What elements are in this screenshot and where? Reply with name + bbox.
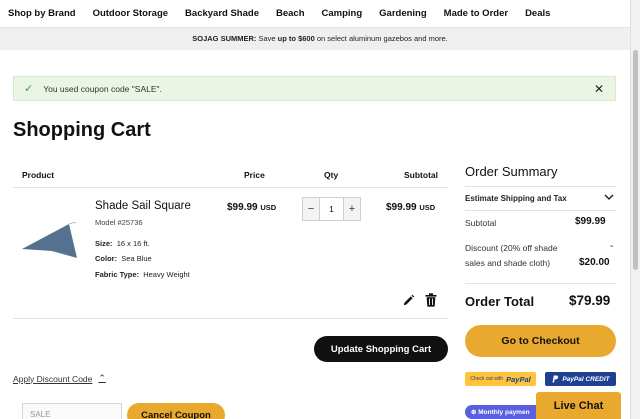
paypal-credit-button[interactable]: PayPal CREDIT <box>545 372 616 386</box>
divider <box>465 210 616 211</box>
cancel-coupon-button[interactable]: Cancel Coupon <box>127 403 225 419</box>
shade-sail-shape <box>22 224 77 258</box>
item-price: $99.99 USD <box>227 202 276 213</box>
subtotal-currency: USD <box>419 203 436 212</box>
top-nav: Shop by Brand Outdoor Storage Backyard S… <box>0 0 640 28</box>
live-chat-button[interactable]: Live Chat <box>536 392 621 419</box>
order-total-value: $79.99 <box>569 293 611 308</box>
scrollbar[interactable] <box>630 0 640 419</box>
qty-increase-button[interactable]: + <box>344 198 360 220</box>
product-attr-fabric: Fabric Type: Heavy Weight <box>95 270 190 279</box>
chevron-down-icon <box>604 194 614 200</box>
column-header-subtotal: Subtotal <box>404 170 438 180</box>
discount-label: Discount (20% off shade sales and shade … <box>465 243 558 268</box>
coupon-code-input[interactable]: SALE <box>22 403 122 419</box>
nav-item-camping[interactable]: Camping <box>322 8 363 19</box>
coupon-success-alert: ✓ You used coupon code "SALE". ✕ <box>13 76 616 101</box>
nav-item-beach[interactable]: Beach <box>276 8 305 19</box>
attr-value: Heavy Weight <box>143 270 190 279</box>
product-image[interactable] <box>20 222 80 262</box>
product-attr-color: Color: Sea Blue <box>95 254 152 263</box>
paypal-brand: PayPal <box>506 374 531 384</box>
divider <box>13 187 448 188</box>
attr-label: Color: <box>95 254 118 263</box>
price-amount: $99.99 <box>227 202 258 213</box>
apply-discount-toggle[interactable]: Apply Discount Code ⌃ <box>13 373 106 384</box>
nav-item-deals[interactable]: Deals <box>525 8 550 19</box>
promo-banner: SOJAG SUMMER: Save up to $600 on select … <box>0 28 640 50</box>
attr-label: Size: <box>95 239 113 248</box>
promo-brand: SOJAG SUMMER: <box>192 34 257 43</box>
paypal-logo-icon <box>552 375 559 383</box>
column-header-product: Product <box>22 170 55 180</box>
estimate-label: Estimate Shipping and Tax <box>465 194 567 203</box>
monthly-payments-button[interactable]: ⊕ Monthly paymen <box>465 405 545 419</box>
nav-item-shop-by-brand[interactable]: Shop by Brand <box>8 8 76 19</box>
qty-decrease-button[interactable]: − <box>303 198 319 220</box>
attr-label: Fabric Type: <box>95 270 140 279</box>
update-cart-button[interactable]: Update Shopping Cart <box>314 336 448 362</box>
nav-item-outdoor-storage[interactable]: Outdoor Storage <box>93 8 168 19</box>
discount-sign: - <box>610 241 614 252</box>
trash-icon[interactable] <box>425 293 437 307</box>
column-header-price: Price <box>244 170 265 180</box>
product-name[interactable]: Shade Sail Square <box>95 200 191 212</box>
subtotal-label: Subtotal <box>465 218 497 228</box>
promo-text-a: Save <box>256 34 278 43</box>
summary-discount-value: $20.00 <box>579 257 610 268</box>
page-title: Shopping Cart <box>13 119 151 141</box>
divider <box>465 283 616 284</box>
alert-message: You used coupon code "SALE". <box>43 83 162 94</box>
order-total-label: Order Total <box>465 294 535 309</box>
attr-value: 16 x 16 ft. <box>116 239 150 248</box>
edit-icon[interactable] <box>402 294 415 307</box>
price-currency: USD <box>260 203 277 212</box>
quantity-stepper: − 1 + <box>302 197 361 221</box>
promo-text-b: on select aluminum gazebos and more. <box>314 34 448 43</box>
promo-highlight: up to $600 <box>277 34 315 43</box>
order-summary-title: Order Summary <box>465 164 558 179</box>
close-icon[interactable]: ✕ <box>594 82 604 96</box>
nav-item-gardening[interactable]: Gardening <box>379 8 427 19</box>
paypal-button[interactable]: Check out with PayPal <box>465 372 536 386</box>
product-attr-size: Size: 16 x 16 ft. <box>95 239 150 248</box>
sail-rope <box>68 222 77 225</box>
product-model: Model #25736 <box>95 218 143 227</box>
divider <box>13 318 448 319</box>
paypal-credit-label: PayPal CREDIT <box>562 375 610 383</box>
scrollbar-thumb[interactable] <box>633 50 638 270</box>
nav-item-backyard-shade[interactable]: Backyard Shade <box>185 8 259 19</box>
subtotal-amount: $99.99 <box>386 202 417 213</box>
discount-link-label: Apply Discount Code <box>13 373 93 384</box>
attr-value: Sea Blue <box>121 254 152 263</box>
column-header-qty: Qty <box>324 170 339 180</box>
check-icon: ✓ <box>24 83 34 95</box>
monthly-label: Monthly paymen <box>478 408 530 416</box>
go-to-checkout-button[interactable]: Go to Checkout <box>465 325 616 357</box>
summary-subtotal-value: $99.99 <box>575 216 606 227</box>
monthly-icon: ⊕ <box>471 409 479 416</box>
qty-input[interactable]: 1 <box>319 198 344 220</box>
divider <box>465 186 616 187</box>
item-subtotal: $99.99 USD <box>386 202 435 213</box>
chevron-up-icon: ⌃ <box>98 373 106 383</box>
nav-item-made-to-order[interactable]: Made to Order <box>444 8 508 19</box>
estimate-shipping-toggle[interactable]: Estimate Shipping and Tax <box>465 194 616 203</box>
paypal-small-text: Check out with <box>470 376 504 382</box>
